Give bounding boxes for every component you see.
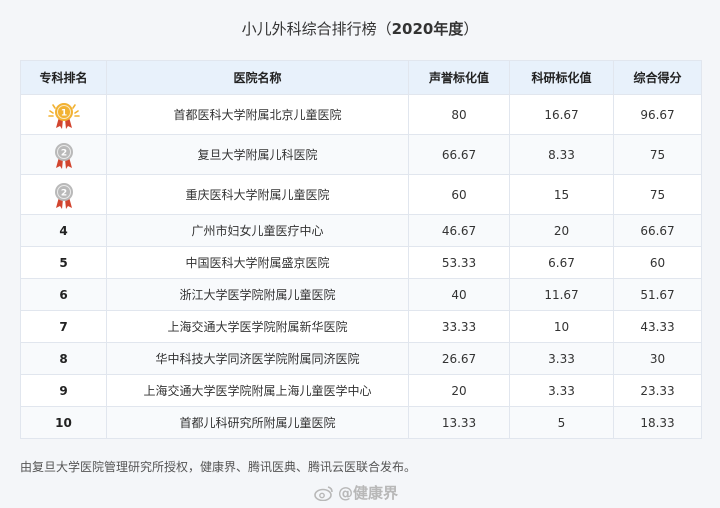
cell-rank: 7 xyxy=(20,310,107,343)
cell-hospital: 华中科技大学同济医学院附属同济医院 xyxy=(106,342,409,375)
medal-rank-number: 2 xyxy=(60,188,66,198)
table-row: 2 复旦大学附属儿科医院 66.67 8.33 75 xyxy=(20,134,702,175)
cell-research: 5 xyxy=(509,406,614,439)
table-header-row: 专科排名 医院名称 声誉标化值 科研标化值 综合得分 xyxy=(20,60,702,95)
cell-hospital: 重庆医科大学附属儿童医院 xyxy=(106,174,409,215)
table-row: 10 首都儿科研究所附属儿童医院 13.33 5 18.33 xyxy=(20,406,702,439)
table-row: 9 上海交通大学医学院附属上海儿童医学中心 20 3.33 23.33 xyxy=(20,374,702,407)
cell-research: 8.33 xyxy=(509,134,614,175)
cell-rank: 9 xyxy=(20,374,107,407)
cell-rank: 2 xyxy=(20,134,107,175)
gold-medal-icon: 1 xyxy=(47,102,80,129)
table-body: 1 首都医科大学附属北京儿童医院 80 16.67 96.67 2 复旦大学附属儿科医院 66… xyxy=(20,94,702,439)
cell-reputation: 80 xyxy=(408,94,510,135)
cell-reputation: 60 xyxy=(408,174,510,215)
cell-hospital: 广州市妇女儿童医疗中心 xyxy=(106,214,409,247)
cell-rank: 6 xyxy=(20,278,107,311)
cell-research: 6.67 xyxy=(509,246,614,279)
table-row: 6 浙江大学医学院附属儿童医院 40 11.67 51.67 xyxy=(20,278,702,311)
cell-score: 60 xyxy=(613,246,702,279)
cell-score: 18.33 xyxy=(613,406,702,439)
watermark-text: @健康界 xyxy=(338,484,399,502)
header-score: 综合得分 xyxy=(613,60,702,95)
header-research: 科研标化值 xyxy=(509,60,614,95)
title-close: ） xyxy=(463,20,479,38)
cell-score: 23.33 xyxy=(613,374,702,407)
cell-rank: 1 xyxy=(20,94,107,135)
cell-research: 3.33 xyxy=(509,342,614,375)
cell-score: 75 xyxy=(613,174,702,215)
cell-reputation: 40 xyxy=(408,278,510,311)
cell-score: 66.67 xyxy=(613,214,702,247)
header-hospital: 医院名称 xyxy=(106,60,409,95)
cell-research: 10 xyxy=(509,310,614,343)
header-rank: 专科排名 xyxy=(20,60,107,95)
medal-rank-number: 2 xyxy=(60,148,66,158)
cell-research: 15 xyxy=(509,174,614,215)
cell-hospital: 上海交通大学医学院附属上海儿童医学中心 xyxy=(106,374,409,407)
cell-research: 11.67 xyxy=(509,278,614,311)
table-row: 8 华中科技大学同济医学院附属同济医院 26.67 3.33 30 xyxy=(20,342,702,375)
weibo-icon xyxy=(314,485,333,501)
cell-hospital: 首都儿科研究所附属儿童医院 xyxy=(106,406,409,439)
ranking-table-container: 专科排名 医院名称 声誉标化值 科研标化值 综合得分 1 首都医科大学附属北京儿童… xyxy=(20,60,702,439)
cell-hospital: 浙江大学医学院附属儿童医院 xyxy=(106,278,409,311)
cell-rank: 2 xyxy=(20,174,107,215)
page-title: 小儿外科综合排行榜（2020年度） xyxy=(8,10,712,48)
table-row: 1 首都医科大学附属北京儿童医院 80 16.67 96.67 xyxy=(20,94,702,135)
source-note: 由复旦大学医院管理研究所授权，健康界、腾讯医典、腾讯云医联合发布。 xyxy=(20,460,417,474)
cell-reputation: 20 xyxy=(408,374,510,407)
ranking-table: 专科排名 医院名称 声誉标化值 科研标化值 综合得分 1 首都医科大学附属北京儿童… xyxy=(20,60,702,439)
cell-reputation: 13.33 xyxy=(408,406,510,439)
ranking-page: 小儿外科综合排行榜（2020年度） 专科排名 医院名称 声誉标化值 科研标化值 … xyxy=(0,0,720,508)
table-row: 2 重庆医科大学附属儿童医院 60 15 75 xyxy=(20,174,702,215)
watermark: @健康界 xyxy=(314,482,398,503)
cell-research: 3.33 xyxy=(509,374,614,407)
cell-score: 30 xyxy=(613,342,702,375)
table-row: 4 广州市妇女儿童医疗中心 46.67 20 66.67 xyxy=(20,214,702,247)
silver-medal-icon: 2 xyxy=(54,182,73,209)
cell-score: 75 xyxy=(613,134,702,175)
header-reputation: 声誉标化值 xyxy=(408,60,510,95)
cell-rank: 4 xyxy=(20,214,107,247)
medal-rank-number: 1 xyxy=(60,108,66,118)
cell-rank: 10 xyxy=(20,406,107,439)
table-row: 7 上海交通大学医学院附属新华医院 33.33 10 43.33 xyxy=(20,310,702,343)
table-row: 5 中国医科大学附属盛京医院 53.33 6.67 60 xyxy=(20,246,702,279)
cell-research: 16.67 xyxy=(509,94,614,135)
cell-score: 96.67 xyxy=(613,94,702,135)
cell-hospital: 上海交通大学医学院附属新华医院 xyxy=(106,310,409,343)
cell-score: 43.33 xyxy=(613,310,702,343)
cell-research: 20 xyxy=(509,214,614,247)
cell-reputation: 53.33 xyxy=(408,246,510,279)
cell-reputation: 26.67 xyxy=(408,342,510,375)
cell-reputation: 46.67 xyxy=(408,214,510,247)
cell-reputation: 33.33 xyxy=(408,310,510,343)
cell-hospital: 复旦大学附属儿科医院 xyxy=(106,134,409,175)
title-main: 小儿外科综合排行榜（ xyxy=(241,20,392,38)
cell-rank: 5 xyxy=(20,246,107,279)
cell-hospital: 首都医科大学附属北京儿童医院 xyxy=(106,94,409,135)
cell-hospital: 中国医科大学附属盛京医院 xyxy=(106,246,409,279)
cell-reputation: 66.67 xyxy=(408,134,510,175)
cell-score: 51.67 xyxy=(613,278,702,311)
title-year: 2020年度 xyxy=(391,20,464,38)
cell-rank: 8 xyxy=(20,342,107,375)
silver-medal-icon: 2 xyxy=(54,142,73,169)
